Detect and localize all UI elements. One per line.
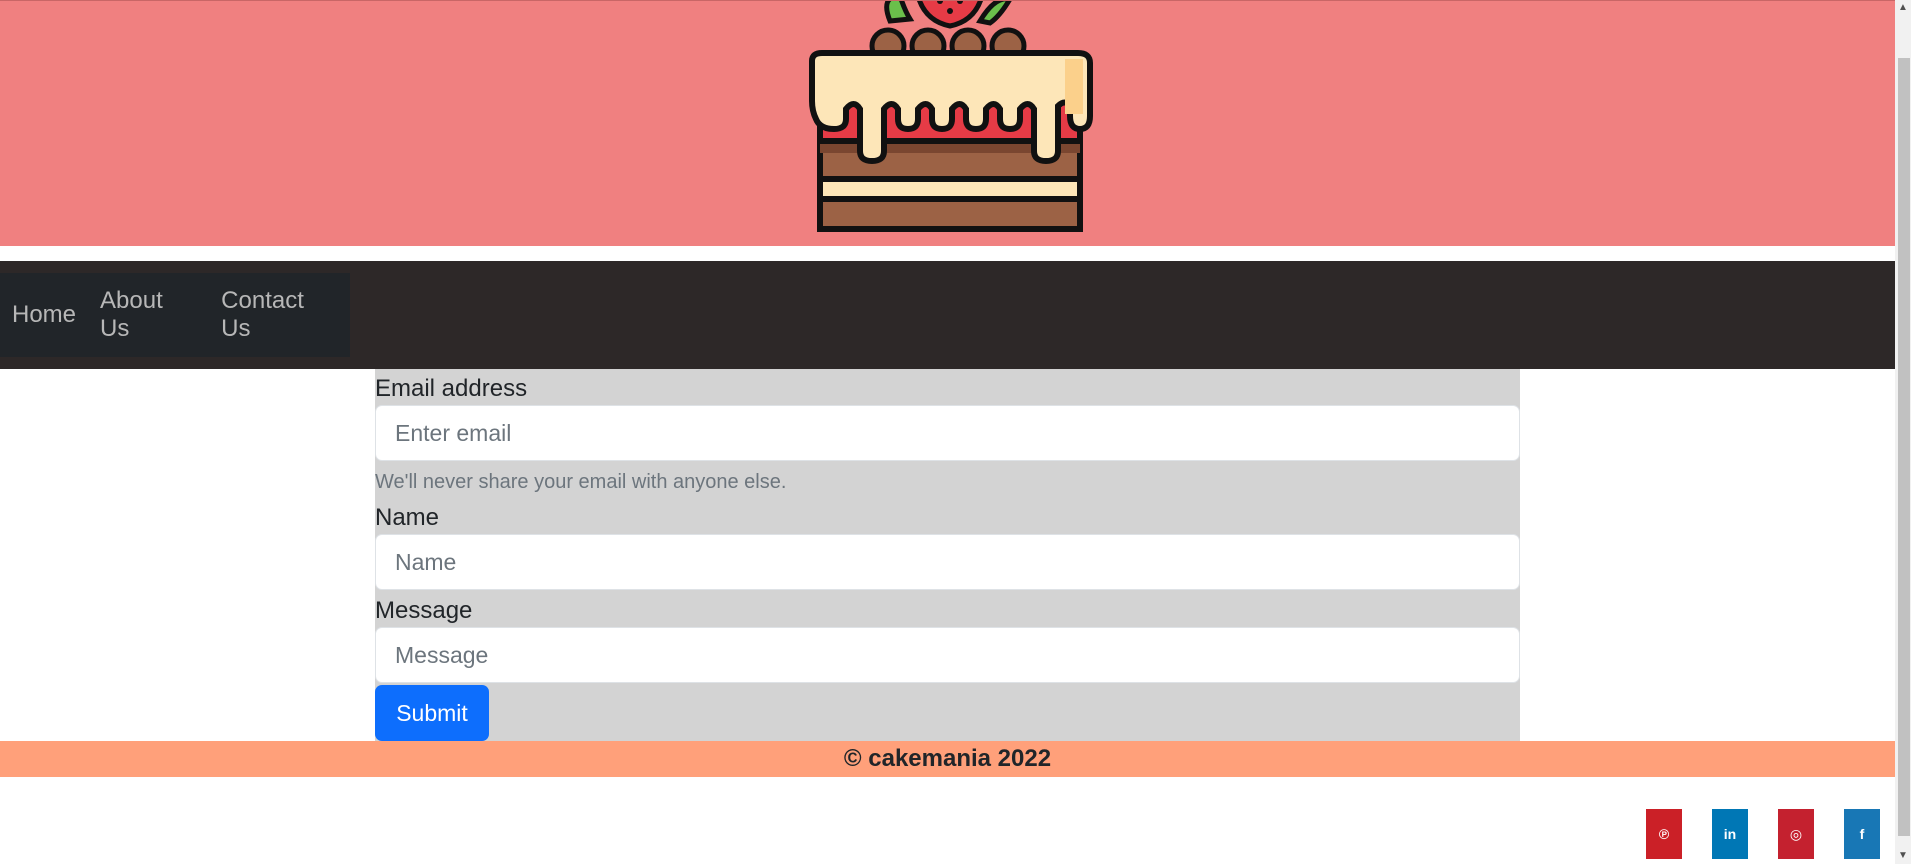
name-label: Name — [375, 504, 440, 531]
navbar: Home About Us Contact Us — [0, 261, 1895, 369]
instagram-icon[interactable]: ◎ — [1778, 809, 1814, 859]
footer-copyright: © cakemania 2022 — [0, 741, 1895, 777]
facebook-glyph: f — [1859, 826, 1865, 842]
nav-about-link[interactable]: About Us — [100, 287, 197, 343]
submit-button[interactable]: Submit — [375, 685, 489, 741]
nav-menu: Home About Us Contact Us — [0, 273, 350, 357]
pinterest-glyph: ℗ — [1658, 826, 1670, 842]
instagram-glyph: ◎ — [1789, 825, 1803, 842]
cake-logo-icon — [809, 1, 1093, 232]
header-banner — [0, 0, 1895, 246]
linkedin-icon[interactable]: in — [1712, 809, 1748, 859]
scroll-down-icon[interactable]: ▼ — [1895, 848, 1911, 864]
scroll-thumb[interactable] — [1898, 58, 1910, 836]
pinterest-icon[interactable]: ℗ — [1646, 809, 1682, 859]
nav-contact-link[interactable]: Contact Us — [221, 287, 338, 343]
scroll-up-icon[interactable]: ▲ — [1895, 0, 1911, 16]
name-input[interactable] — [375, 534, 1520, 590]
message-label: Message — [375, 597, 473, 624]
contact-form: Email address We'll never share your ema… — [375, 369, 1520, 741]
linkedin-glyph: in — [1723, 826, 1737, 842]
nav-home-link[interactable]: Home — [12, 301, 76, 329]
page-scrollbar[interactable]: ▲ ▼ — [1895, 0, 1911, 864]
email-label: Email address — [375, 375, 528, 402]
email-help-text: We'll never share your email with anyone… — [375, 471, 787, 493]
facebook-icon[interactable]: f — [1844, 809, 1880, 859]
email-input[interactable] — [375, 405, 1520, 461]
message-input[interactable] — [375, 627, 1520, 683]
